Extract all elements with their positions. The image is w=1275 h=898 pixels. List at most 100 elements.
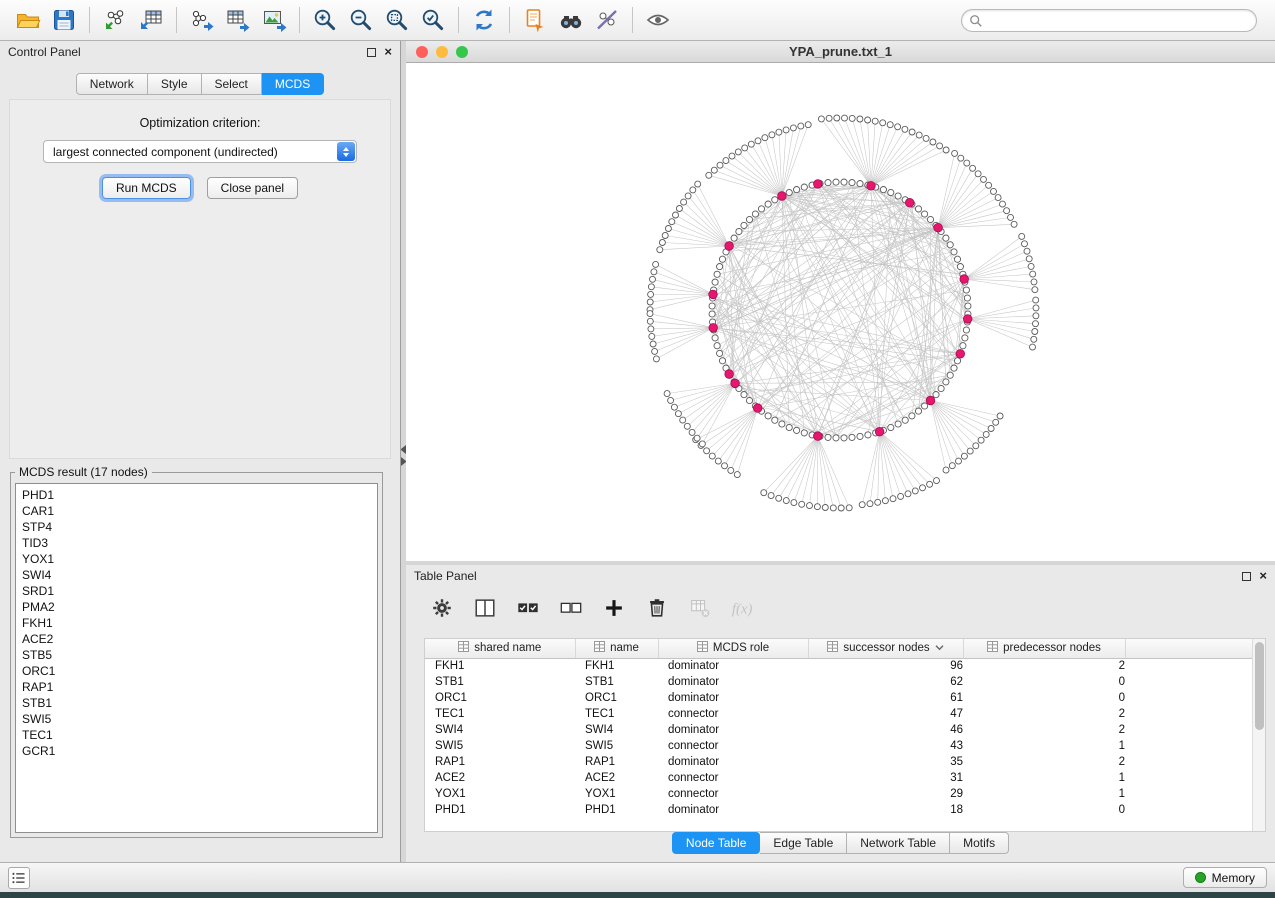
table-cell[interactable]: dominator xyxy=(658,674,808,690)
tab-motifs[interactable]: Motifs xyxy=(950,832,1009,854)
mcds-result-item[interactable]: GCR1 xyxy=(22,743,377,759)
table-row[interactable]: TEC1TEC1connector472 xyxy=(425,706,1265,722)
table-cell[interactable]: ACE2 xyxy=(575,770,658,786)
mcds-result-item[interactable]: TID3 xyxy=(22,535,377,551)
table-cell[interactable]: 18 xyxy=(808,802,963,818)
select-all-button[interactable] xyxy=(514,594,542,622)
toggle-columns-button[interactable] xyxy=(471,594,499,622)
mcds-result-item[interactable]: FKH1 xyxy=(22,615,377,631)
table-cell[interactable]: PHD1 xyxy=(425,802,575,818)
toggle-graphics-details-button[interactable] xyxy=(589,3,625,37)
table-cell[interactable]: 1 xyxy=(963,786,1125,802)
column-header-successor-nodes[interactable]: successor nodes xyxy=(808,639,963,658)
table-cell[interactable]: SWI5 xyxy=(575,738,658,754)
table-cell[interactable]: 2 xyxy=(963,754,1125,770)
table-cell[interactable]: dominator xyxy=(658,802,808,818)
global-search-input[interactable] xyxy=(961,9,1257,32)
table-row[interactable]: SWI5SWI5connector431 xyxy=(425,738,1265,754)
table-row[interactable]: SWI4SWI4dominator462 xyxy=(425,722,1265,738)
tab-network[interactable]: Network xyxy=(76,73,148,95)
table-row[interactable]: RAP1RAP1dominator352 xyxy=(425,754,1265,770)
table-cell[interactable]: dominator xyxy=(658,658,808,674)
fan-node-layer[interactable] xyxy=(647,115,1039,511)
tab-node-table[interactable]: Node Table xyxy=(672,832,761,854)
create-column-button[interactable] xyxy=(600,594,628,622)
column-header-predecessor-nodes[interactable]: predecessor nodes xyxy=(963,639,1125,658)
table-scrollbar-thumb[interactable] xyxy=(1255,642,1264,730)
table-row[interactable]: ACE2ACE2connector311 xyxy=(425,770,1265,786)
mcds-result-item[interactable]: STB5 xyxy=(22,647,377,663)
tab-edge-table[interactable]: Edge Table xyxy=(760,832,847,854)
table-row[interactable]: PHD1PHD1dominator180 xyxy=(425,802,1265,818)
table-cell[interactable]: 43 xyxy=(808,738,963,754)
mcds-result-item[interactable]: SRD1 xyxy=(22,583,377,599)
table-cell[interactable]: TEC1 xyxy=(575,706,658,722)
mcds-result-item[interactable]: SWI5 xyxy=(22,711,377,727)
table-cell[interactable]: YOX1 xyxy=(575,786,658,802)
network-canvas[interactable] xyxy=(406,63,1275,561)
mcds-result-item[interactable]: ACE2 xyxy=(22,631,377,647)
find-button[interactable] xyxy=(553,3,589,37)
table-row[interactable]: YOX1YOX1connector291 xyxy=(425,786,1265,802)
table-cell[interactable]: TEC1 xyxy=(425,706,575,722)
table-cell[interactable]: YOX1 xyxy=(425,786,575,802)
table-cell[interactable]: 61 xyxy=(808,690,963,706)
table-cell[interactable]: 0 xyxy=(963,674,1125,690)
table-cell[interactable]: 0 xyxy=(963,690,1125,706)
table-cell[interactable]: dominator xyxy=(658,754,808,770)
mcds-result-item[interactable]: STP4 xyxy=(22,519,377,535)
table-cell[interactable]: 2 xyxy=(963,722,1125,738)
table-cell[interactable]: STB1 xyxy=(575,674,658,690)
table-row[interactable]: STB1STB1dominator620 xyxy=(425,674,1265,690)
export-network-button[interactable] xyxy=(184,3,220,37)
float-panel-icon[interactable] xyxy=(367,48,376,57)
criterion-select[interactable]: largest connected component (undirected) xyxy=(43,140,357,163)
table-cell[interactable]: dominator xyxy=(658,690,808,706)
table-cell[interactable]: 62 xyxy=(808,674,963,690)
run-mcds-button[interactable]: Run MCDS xyxy=(102,177,191,199)
mcds-result-item[interactable]: PMA2 xyxy=(22,599,377,615)
table-cell[interactable]: 29 xyxy=(808,786,963,802)
column-header-name[interactable]: name xyxy=(575,639,658,658)
table-cell[interactable]: RAP1 xyxy=(425,754,575,770)
close-table-panel-icon[interactable]: × xyxy=(1259,571,1267,581)
table-cell[interactable]: ORC1 xyxy=(425,690,575,706)
table-cell[interactable]: ORC1 xyxy=(575,690,658,706)
zoom-fit-button[interactable] xyxy=(379,3,415,37)
zoom-in-button[interactable] xyxy=(307,3,343,37)
export-document-button[interactable] xyxy=(517,3,553,37)
zoom-out-button[interactable] xyxy=(343,3,379,37)
import-table-button[interactable] xyxy=(133,3,169,37)
mcds-result-item[interactable]: CAR1 xyxy=(22,503,377,519)
table-cell[interactable]: STB1 xyxy=(425,674,575,690)
float-table-panel-icon[interactable] xyxy=(1242,572,1251,581)
deselect-all-button[interactable] xyxy=(557,594,585,622)
import-network-button[interactable] xyxy=(97,3,133,37)
tab-select[interactable]: Select xyxy=(202,73,262,95)
task-history-button[interactable] xyxy=(8,867,30,889)
delete-table-button[interactable] xyxy=(686,594,714,622)
table-cell[interactable]: dominator xyxy=(658,722,808,738)
network-titlebar[interactable]: YPA_prune.txt_1 xyxy=(406,41,1275,63)
table-cell[interactable]: ACE2 xyxy=(425,770,575,786)
table-cell[interactable]: 47 xyxy=(808,706,963,722)
close-panel-button[interactable]: Close panel xyxy=(207,177,298,199)
column-header-MCDS-role[interactable]: MCDS role xyxy=(658,639,808,658)
export-image-button[interactable] xyxy=(256,3,292,37)
zoom-selected-button[interactable] xyxy=(415,3,451,37)
table-scrollbar[interactable] xyxy=(1252,639,1265,831)
table-cell[interactable]: 31 xyxy=(808,770,963,786)
mcds-result-list[interactable]: PHD1CAR1STP4TID3YOX1SWI4SRD1PMA2FKH1ACE2… xyxy=(15,483,378,833)
mcds-result-item[interactable]: ORC1 xyxy=(22,663,377,679)
table-cell[interactable]: 96 xyxy=(808,658,963,674)
mcds-result-item[interactable]: TEC1 xyxy=(22,727,377,743)
save-session-button[interactable] xyxy=(46,3,82,37)
minimize-window-icon[interactable] xyxy=(436,46,448,58)
table-cell[interactable]: RAP1 xyxy=(575,754,658,770)
table-cell[interactable]: 1 xyxy=(963,738,1125,754)
table-cell[interactable]: FKH1 xyxy=(575,658,658,674)
delete-columns-button[interactable] xyxy=(643,594,671,622)
table-row[interactable]: FKH1FKH1dominator962 xyxy=(425,658,1265,674)
mcds-result-item[interactable]: PHD1 xyxy=(22,487,377,503)
mcds-result-item[interactable]: SWI4 xyxy=(22,567,377,583)
